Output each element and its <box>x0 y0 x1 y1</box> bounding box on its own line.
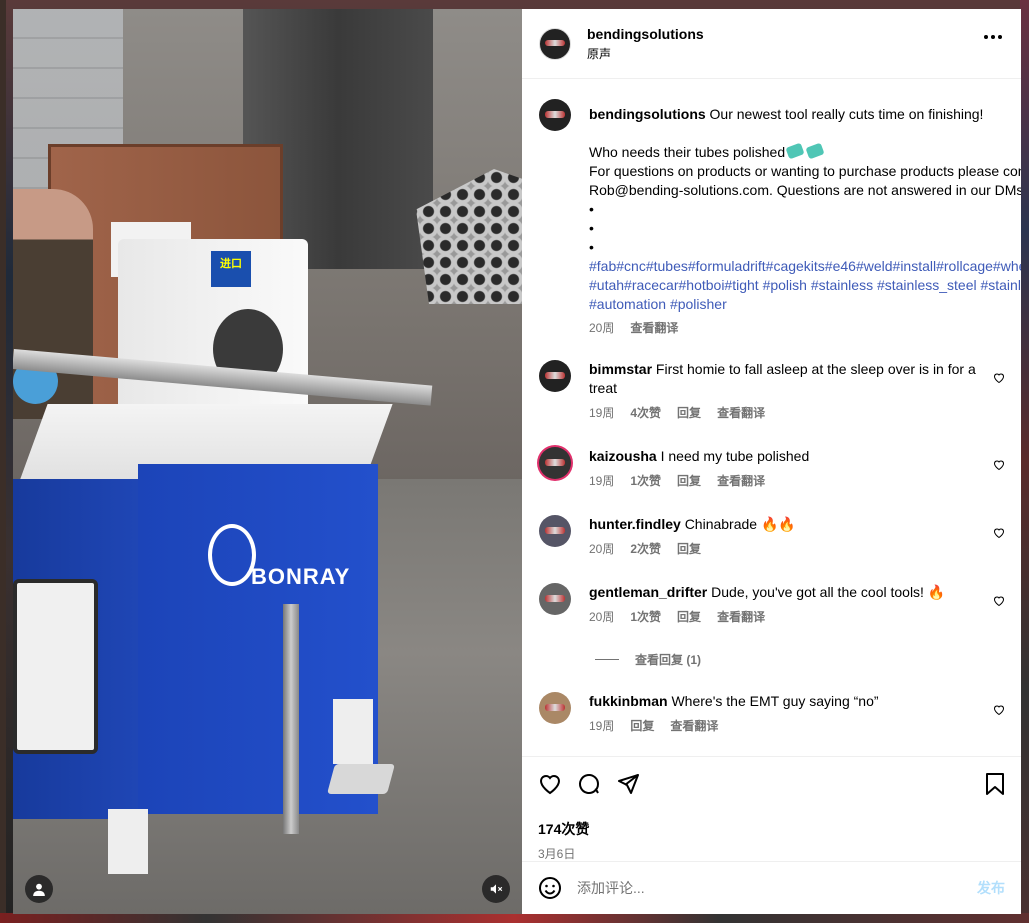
comment-likes[interactable]: 2次赞 <box>630 540 661 559</box>
commenter-avatar[interactable] <box>539 447 571 479</box>
comment-item: gentleman_drifter Dude, you've got all t… <box>539 583 1005 627</box>
translate-button[interactable]: 查看翻译 <box>717 472 765 491</box>
video-frame: 进口 BONRAY <box>13 9 522 914</box>
hashtags-1[interactable]: #fab#cnc#tubes#formuladrift#cagekits#e46… <box>589 257 1021 276</box>
comment-likes[interactable]: 4次赞 <box>630 404 661 423</box>
post-header: bendingsolutions 原声 <box>522 9 1021 79</box>
user-tag-button[interactable] <box>25 875 53 903</box>
backdrop-edge-right <box>1020 0 1029 923</box>
reply-button[interactable]: 回复 <box>630 717 654 736</box>
comment-text: Chinabrade 🔥🔥 <box>684 516 796 532</box>
caption-bullet: • <box>589 239 594 255</box>
view-replies-button[interactable]: 查看回复 (1) <box>595 651 1005 668</box>
polish-emoji-icon <box>805 142 825 160</box>
comment-like-heart-icon[interactable] <box>993 595 1005 607</box>
comment-time[interactable]: 20周 <box>589 608 614 627</box>
post-date[interactable]: 3月6日 <box>538 845 1005 862</box>
caption-time[interactable]: 20周 <box>589 319 614 338</box>
comment-time[interactable]: 20周 <box>589 540 614 559</box>
mute-button[interactable] <box>482 875 510 903</box>
reply-button[interactable]: 回复 <box>677 472 701 491</box>
commenter-username[interactable]: bimmstar <box>589 361 652 377</box>
heart-icon[interactable] <box>538 772 562 796</box>
reply-button[interactable]: 回复 <box>677 540 701 559</box>
caption: bendingsolutions Our newest tool really … <box>539 99 1021 338</box>
caption-text: Our newest tool really cuts time on fini… <box>709 106 984 122</box>
comment-item: hunter.findley Chinabrade 🔥🔥 20周 2次赞 回复 <box>539 515 1005 559</box>
commenter-avatar[interactable] <box>539 692 571 724</box>
bookmark-icon[interactable] <box>985 772 1005 796</box>
caption-line-2: Who needs their tubes polished <box>589 144 786 160</box>
author-avatar[interactable] <box>539 27 571 60</box>
comment-icon[interactable] <box>577 772 601 796</box>
caption-avatar[interactable] <box>539 99 571 131</box>
speaker-muted-icon <box>490 884 503 894</box>
send-icon[interactable] <box>616 772 640 796</box>
commenter-username[interactable]: gentleman_drifter <box>589 584 707 600</box>
reply-button[interactable]: 回复 <box>677 404 701 423</box>
comment-like-heart-icon[interactable] <box>993 704 1005 716</box>
commenter-username[interactable]: hunter.findley <box>589 516 681 532</box>
polish-emoji-icon <box>785 142 805 160</box>
comment-time[interactable]: 19周 <box>589 404 614 423</box>
likes-count[interactable]: 174次赞 <box>538 819 1005 839</box>
emoji-icon[interactable] <box>538 876 562 900</box>
translate-button[interactable]: 查看翻译 <box>717 404 765 423</box>
caption-line-3: For questions on products or wanting to … <box>589 163 1021 198</box>
reply-button[interactable]: 回复 <box>677 608 701 627</box>
commenter-avatar[interactable] <box>539 360 571 392</box>
caption-username[interactable]: bendingsolutions <box>589 106 706 122</box>
user-icon <box>33 883 45 896</box>
comment-item: fukkinbman Where's the EMT guy saying “n… <box>539 692 1005 736</box>
comment-item: bimmstar First homie to fall asleep at t… <box>539 360 1005 423</box>
comment-text: Where's the EMT guy saying “no” <box>671 693 879 709</box>
comment-likes[interactable]: 1次赞 <box>630 608 661 627</box>
caption-translate-button[interactable]: 查看翻译 <box>630 319 678 338</box>
comment-item: kaizousha I need my tube polished 19周 1次… <box>539 447 1005 491</box>
post-comment-button[interactable]: 发布 <box>977 878 1005 898</box>
audio-label[interactable]: 原声 <box>587 45 704 62</box>
comment-like-heart-icon[interactable] <box>993 372 1005 384</box>
comment-like-heart-icon[interactable] <box>993 527 1005 539</box>
comment-likes[interactable]: 1次赞 <box>630 472 661 491</box>
add-comment-bar: 发布 <box>522 861 1021 914</box>
machine-sign: 进口 <box>211 251 251 287</box>
commenter-username[interactable]: fukkinbman <box>589 693 668 709</box>
caption-bullet: • <box>589 201 594 217</box>
commenter-username[interactable]: kaizousha <box>589 448 657 464</box>
comment-text: I need my tube polished <box>660 448 810 464</box>
post-modal: 进口 BONRAY bendingsolutions 原声 bendingsol… <box>13 9 1021 914</box>
backdrop-edge-bottom <box>0 913 1029 923</box>
comment-text: Dude, you've got all the cool tools! 🔥 <box>711 584 946 600</box>
commenter-avatar[interactable] <box>539 515 571 547</box>
post-actions: 174次赞 3月6日 <box>522 756 1021 861</box>
comment-time[interactable]: 19周 <box>589 472 614 491</box>
comment-time[interactable]: 19周 <box>589 717 614 736</box>
commenter-avatar[interactable] <box>539 583 571 615</box>
comment-input[interactable] <box>577 880 977 896</box>
machine-brand-text: BONRAY <box>251 564 351 589</box>
author-username[interactable]: bendingsolutions <box>587 26 704 42</box>
translate-button[interactable]: 查看翻译 <box>717 608 765 627</box>
post-side-panel: bendingsolutions 原声 bendingsolutions Our… <box>522 9 1021 914</box>
more-horizontal-icon <box>984 35 988 39</box>
comments-list[interactable]: bendingsolutions Our newest tool really … <box>522 79 1021 756</box>
comment-like-heart-icon[interactable] <box>993 459 1005 471</box>
post-video[interactable]: 进口 BONRAY <box>13 9 522 914</box>
translate-button[interactable]: 查看翻译 <box>670 717 718 736</box>
hashtags-2[interactable]: #utah#racecar#hotboi#tight #polish #stai… <box>589 276 1021 314</box>
more-options-button[interactable] <box>984 35 1002 39</box>
caption-bullet: • <box>589 220 594 236</box>
